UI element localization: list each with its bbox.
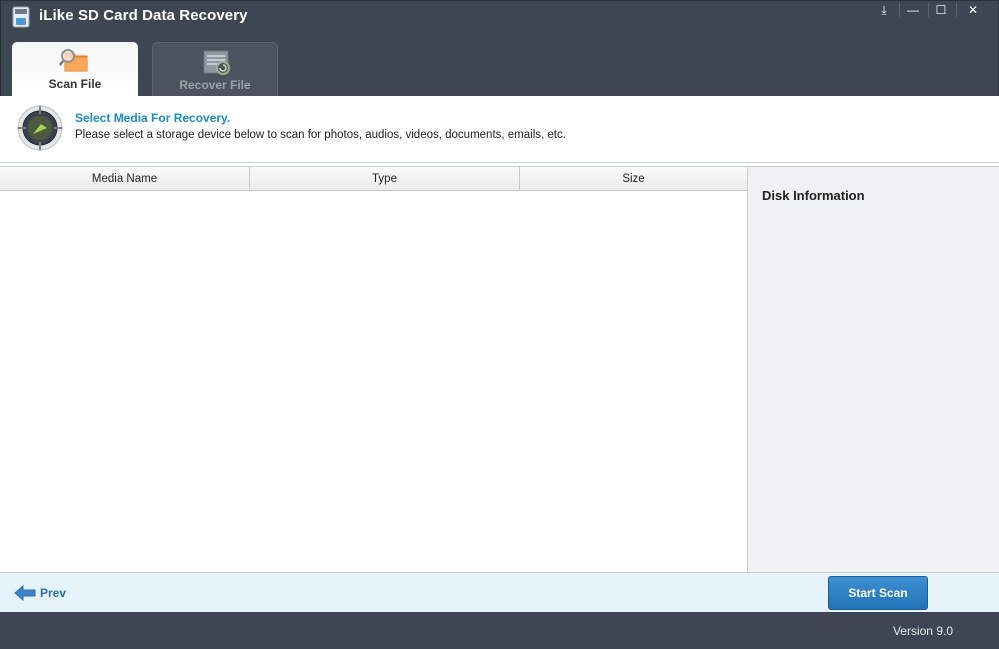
download-icon[interactable]: ⤓ <box>869 1 900 19</box>
media-target-icon <box>17 105 63 151</box>
media-table[interactable]: Media Name Type Size <box>0 166 748 572</box>
recover-document-icon <box>203 50 230 75</box>
title-bar: iLike SD Card Data Recovery ⤓ — ☐ ✕ Scan… <box>0 0 999 97</box>
header-title: Select Media For Recovery. <box>75 111 231 125</box>
instruction-header: Select Media For Recovery. Please select… <box>0 96 999 163</box>
app-sd-card-icon <box>12 6 30 28</box>
footer: Version 9.0 <box>0 612 999 649</box>
back-arrow-icon <box>14 585 36 601</box>
header-description: Please select a storage device below to … <box>75 129 566 141</box>
table-header: Media Name Type Size <box>0 167 747 191</box>
app-title: iLike SD Card Data Recovery <box>39 7 248 24</box>
tab-scan-file[interactable]: Scan File <box>12 42 138 97</box>
start-scan-button[interactable]: Start Scan <box>828 576 928 610</box>
tab-recover-file-label: Recover File <box>179 78 251 92</box>
disk-information-title: Disk Information <box>762 188 865 203</box>
tab-scan-file-label: Scan File <box>48 77 102 91</box>
tab-recover-file[interactable]: Recover File <box>152 42 278 97</box>
column-header-size[interactable]: Size <box>520 167 747 190</box>
minimize-icon[interactable]: — <box>898 1 929 19</box>
close-icon[interactable]: ✕ <box>958 1 988 19</box>
disk-information-panel: Disk Information <box>748 166 999 572</box>
navigation-bar: Prev Start Scan <box>0 572 999 612</box>
prev-button[interactable]: Prev <box>14 583 66 603</box>
prev-label: Prev <box>40 586 67 600</box>
maximize-icon[interactable]: ☐ <box>926 1 957 19</box>
scan-folder-icon <box>59 49 88 72</box>
version-label: Version 9.0 <box>892 624 953 638</box>
column-header-media-name[interactable]: Media Name <box>0 167 250 190</box>
column-header-type[interactable]: Type <box>250 167 520 190</box>
